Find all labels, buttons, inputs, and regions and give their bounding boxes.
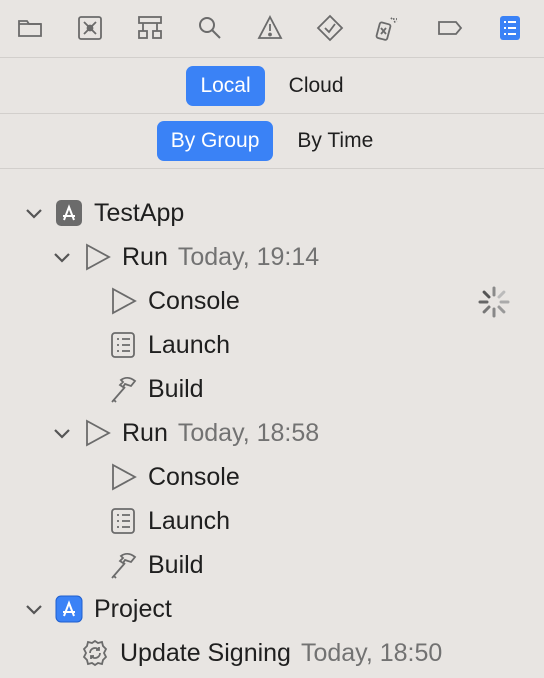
tree-item-label: Build bbox=[148, 550, 204, 579]
tree-item-label: Project bbox=[94, 594, 172, 623]
tree-item-testapp[interactable]: TestApp bbox=[24, 191, 184, 235]
sort-toggle: By Group By Time bbox=[0, 114, 544, 169]
search-icon[interactable] bbox=[194, 12, 226, 44]
tree-item-label: Run bbox=[122, 418, 168, 447]
timestamp: Today, 18:50 bbox=[300, 638, 443, 667]
app-icon bbox=[54, 198, 84, 228]
location-toggle: Local Cloud bbox=[0, 58, 544, 114]
report-icon[interactable] bbox=[494, 12, 526, 44]
source-control-icon[interactable] bbox=[74, 12, 106, 44]
hammer-icon bbox=[108, 374, 138, 404]
by-time-tab[interactable]: By Time bbox=[283, 121, 387, 161]
chevron-down-icon[interactable] bbox=[24, 599, 44, 619]
chevron-down-icon[interactable] bbox=[24, 203, 44, 223]
chevron-down-icon[interactable] bbox=[52, 423, 72, 443]
breakpoint-icon[interactable] bbox=[434, 12, 466, 44]
tree-item-build[interactable]: Build bbox=[108, 367, 204, 411]
hierarchy-icon[interactable] bbox=[134, 12, 166, 44]
tree-item-label: Launch bbox=[148, 506, 231, 535]
tree-item-launch[interactable]: Launch bbox=[108, 499, 230, 543]
gear-sync-icon bbox=[80, 638, 110, 668]
tree-item-launch[interactable]: Launch bbox=[108, 323, 230, 367]
tree-item-console[interactable]: Console bbox=[108, 279, 240, 323]
spinner-icon bbox=[478, 286, 510, 318]
tree-item-run[interactable]: Run Today, 18:58 bbox=[52, 411, 319, 455]
tree-item-build[interactable]: Build bbox=[108, 543, 204, 587]
hammer-icon bbox=[108, 550, 138, 580]
list-icon bbox=[108, 506, 138, 536]
tree-item-label: Run bbox=[122, 242, 168, 271]
play-icon bbox=[108, 462, 138, 492]
tree-item-label: Update Signing bbox=[120, 638, 291, 667]
project-icon bbox=[54, 594, 84, 624]
tree-item-console[interactable]: Console bbox=[108, 455, 240, 499]
timestamp: Today, 19:14 bbox=[177, 242, 320, 271]
folder-icon[interactable] bbox=[14, 12, 46, 44]
tree-item-label: Console bbox=[148, 462, 240, 491]
play-icon bbox=[82, 418, 112, 448]
timestamp: Today, 18:58 bbox=[177, 418, 320, 447]
tree-item-label: Console bbox=[148, 286, 240, 315]
tree-item-label: TestApp bbox=[94, 198, 185, 227]
tree-item-run[interactable]: Run Today, 19:14 bbox=[52, 235, 319, 279]
warning-icon[interactable] bbox=[254, 12, 286, 44]
debug-icon[interactable] bbox=[370, 12, 402, 44]
navigator-toolbar bbox=[0, 0, 544, 58]
chevron-down-icon[interactable] bbox=[52, 247, 72, 267]
local-tab[interactable]: Local bbox=[186, 65, 265, 106]
by-group-tab[interactable]: By Group bbox=[156, 121, 274, 161]
list-icon bbox=[108, 330, 138, 360]
test-icon[interactable] bbox=[314, 12, 346, 44]
cloud-tab[interactable]: Cloud bbox=[275, 66, 358, 106]
play-icon bbox=[82, 242, 112, 272]
tree-item-update-signing[interactable]: Update Signing Today, 18:50 bbox=[80, 631, 442, 675]
play-icon bbox=[108, 286, 138, 316]
tree-item-label: Launch bbox=[148, 330, 231, 359]
tree-item-project[interactable]: Project bbox=[24, 587, 172, 631]
tree-item-label: Build bbox=[148, 374, 204, 403]
